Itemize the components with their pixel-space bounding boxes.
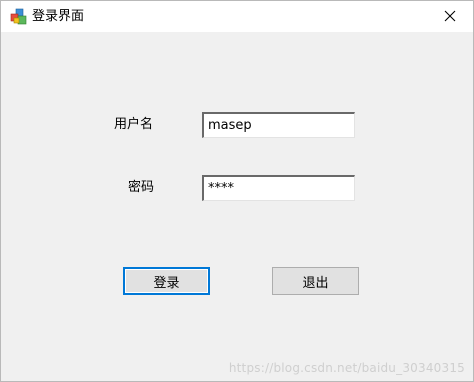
login-button[interactable]: 登录: [123, 267, 210, 295]
close-button[interactable]: [427, 1, 473, 32]
window-title: 登录界面: [32, 9, 85, 24]
app-icon: [10, 8, 27, 25]
password-input[interactable]: [202, 175, 355, 201]
password-label: 密码: [128, 180, 155, 195]
login-window: 登录界面 用户名 密码 登录 退出 https://blog.csdn.net/…: [0, 0, 474, 382]
exit-button-label: 退出: [302, 275, 329, 291]
username-input[interactable]: [202, 112, 355, 138]
title-bar: 登录界面: [1, 1, 473, 32]
close-icon: [444, 7, 456, 26]
form-area: 用户名 密码 登录 退出 https://blog.csdn.net/baidu…: [1, 32, 473, 381]
exit-button[interactable]: 退出: [272, 267, 359, 295]
watermark-text: https://blog.csdn.net/baidu_30340315: [228, 361, 465, 375]
login-button-label: 登录: [153, 275, 180, 291]
username-label: 用户名: [114, 117, 154, 132]
